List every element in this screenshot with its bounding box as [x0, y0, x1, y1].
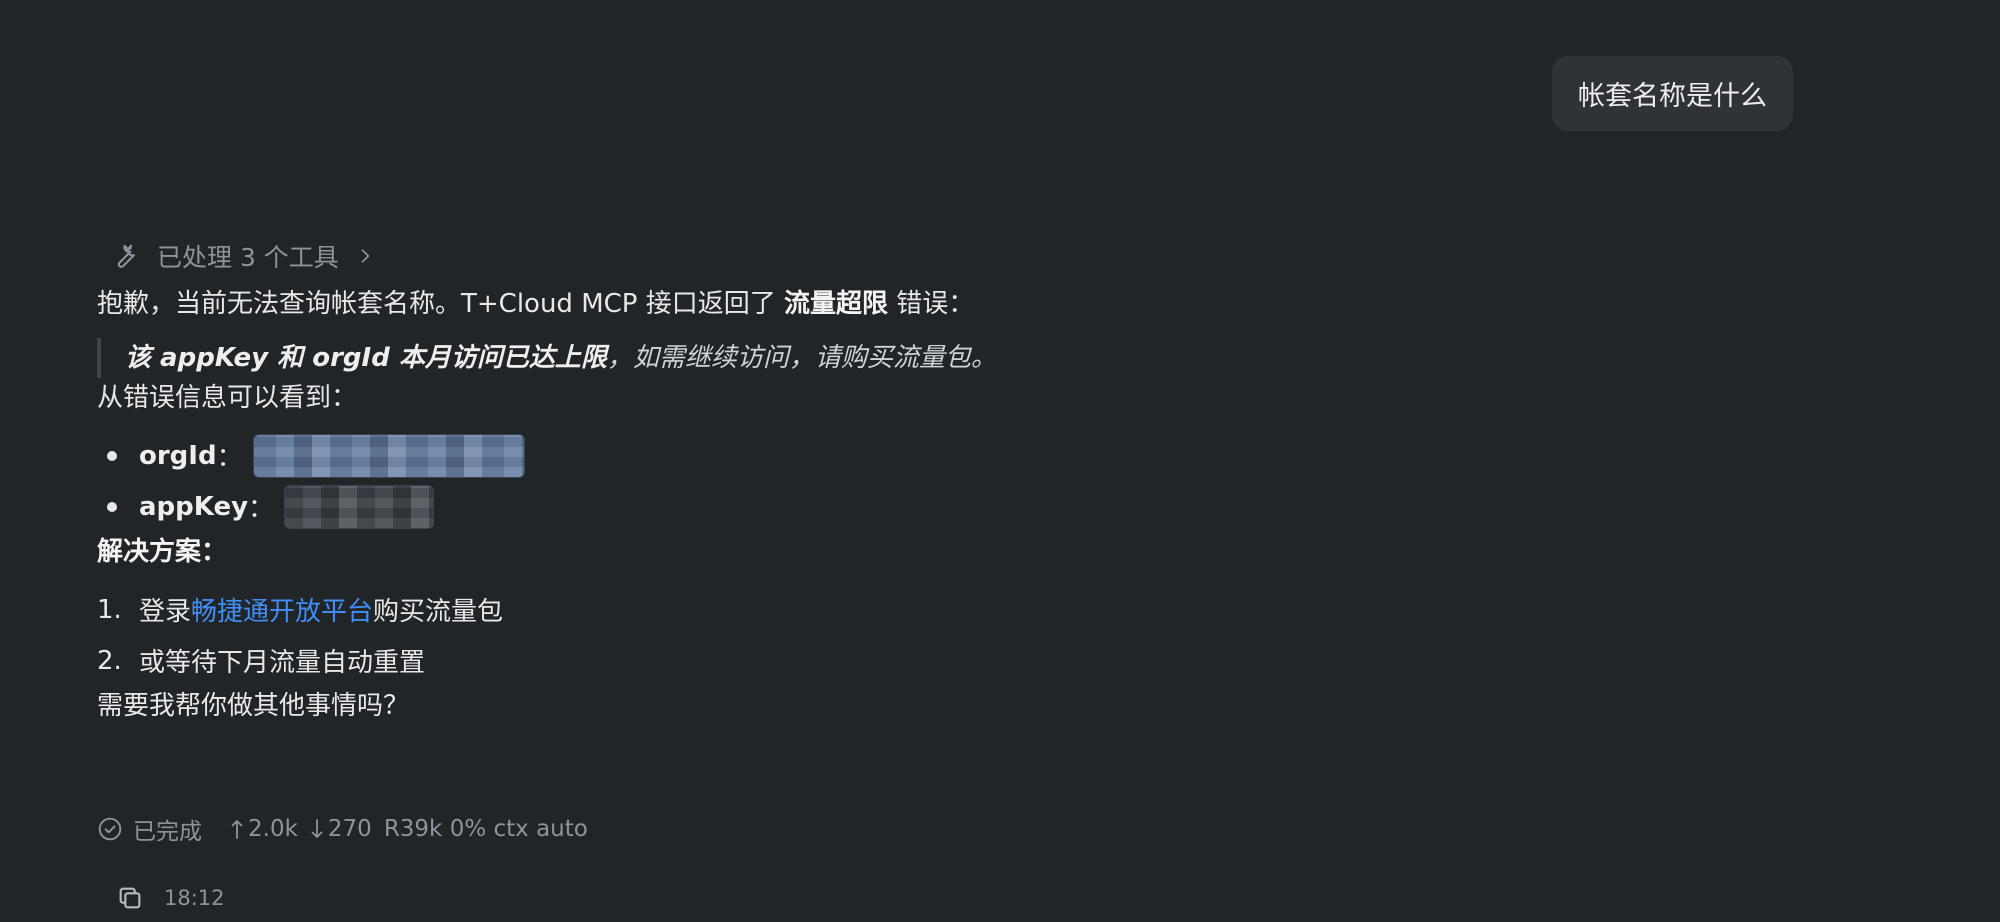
message-timestamp: 18:12 [164, 886, 225, 910]
orgid-redacted-value [252, 433, 525, 478]
done-label: 已完成 [133, 819, 202, 845]
open-platform-link[interactable]: 畅捷通开放平台 [191, 591, 373, 628]
reply-intro-text: 抱歉，当前无法查询帐套名称。T+Cloud MCP 接口返回了 [97, 289, 784, 319]
tools-summary-label: 已处理 3 个工具 [157, 243, 339, 272]
appkey-sep: ： [248, 494, 275, 524]
error-quote: 该 appKey 和 orgId 本月访问已达上限，如需继续访问，请购买流量包。 [97, 338, 1297, 378]
closing-question: 需要我帮你做其他事情吗？ [97, 691, 410, 721]
tools-summary[interactable]: 已处理 3 个工具 [111, 232, 1297, 280]
step-number: 1. [97, 594, 122, 625]
step-number: 2. [97, 645, 122, 676]
orgid-key: orgId [139, 440, 217, 471]
appkey-key: appKey [139, 491, 249, 522]
error-details-list: orgId ： appKey ： [97, 430, 1297, 532]
assistant-message: 已处理 3 个工具 抱歉，当前无法查询帐套名称。T+Cloud MCP 接口返回… [97, 232, 1297, 726]
error-quote-bold: 该 appKey 和 orgId 本月访问已达上限 [125, 343, 607, 373]
step-text: 或等待下月流量自动重置 [139, 648, 426, 678]
list-item: 1. 登录 畅捷通开放平台 购买流量包 [97, 584, 1297, 635]
step-prefix: 登录 [139, 597, 192, 627]
reply-intro-suffix: 错误： [888, 289, 975, 319]
status-bar: 已完成 2.0k 270 R39k 0% ctx auto [97, 809, 588, 849]
bullet-dot [107, 501, 117, 512]
list-item: appKey ： [97, 481, 1297, 532]
user-message-bubble: 帐套名称是什么 [1552, 56, 1793, 131]
error-quote-rest: ，如需继续访问，请购买流量包。 [606, 343, 997, 373]
step-suffix: 购买流量包 [373, 597, 504, 627]
tokens-down: 270 [327, 816, 372, 842]
chat-page: 帐套名称是什么 已处理 3 个工具 抱歉，当前无法查询帐套名称。T+Cloud … [0, 0, 2000, 922]
arrow-up-icon [230, 817, 244, 841]
tokens-up: 2.0k [248, 816, 298, 842]
orgid-sep: ： [216, 443, 243, 473]
message-footer: 18:12 [116, 880, 225, 916]
check-circle-icon [97, 816, 123, 842]
user-message-text: 帐套名称是什么 [1578, 81, 1767, 112]
status-rest: R39k 0% ctx auto [383, 816, 588, 842]
list-item: orgId ： [97, 430, 1297, 481]
list-item: 2. 或等待下月流量自动重置 [97, 635, 1297, 686]
info-line: 从错误信息可以看到： [97, 383, 358, 413]
wrench-icon [111, 242, 139, 270]
bullet-dot [107, 450, 117, 461]
chevron-right-icon [355, 246, 375, 266]
solution-steps: 1. 登录 畅捷通开放平台 购买流量包 2. 或等待下月流量自动重置 [97, 584, 1297, 686]
copy-icon[interactable] [116, 884, 144, 912]
appkey-redacted-value [284, 484, 435, 529]
reply-intro: 抱歉，当前无法查询帐套名称。T+Cloud MCP 接口返回了 流量超限 错误： [97, 284, 1297, 324]
solution-heading: 解决方案： [97, 537, 228, 567]
arrow-down-icon [310, 817, 324, 841]
reply-intro-bold: 流量超限 [784, 289, 889, 319]
